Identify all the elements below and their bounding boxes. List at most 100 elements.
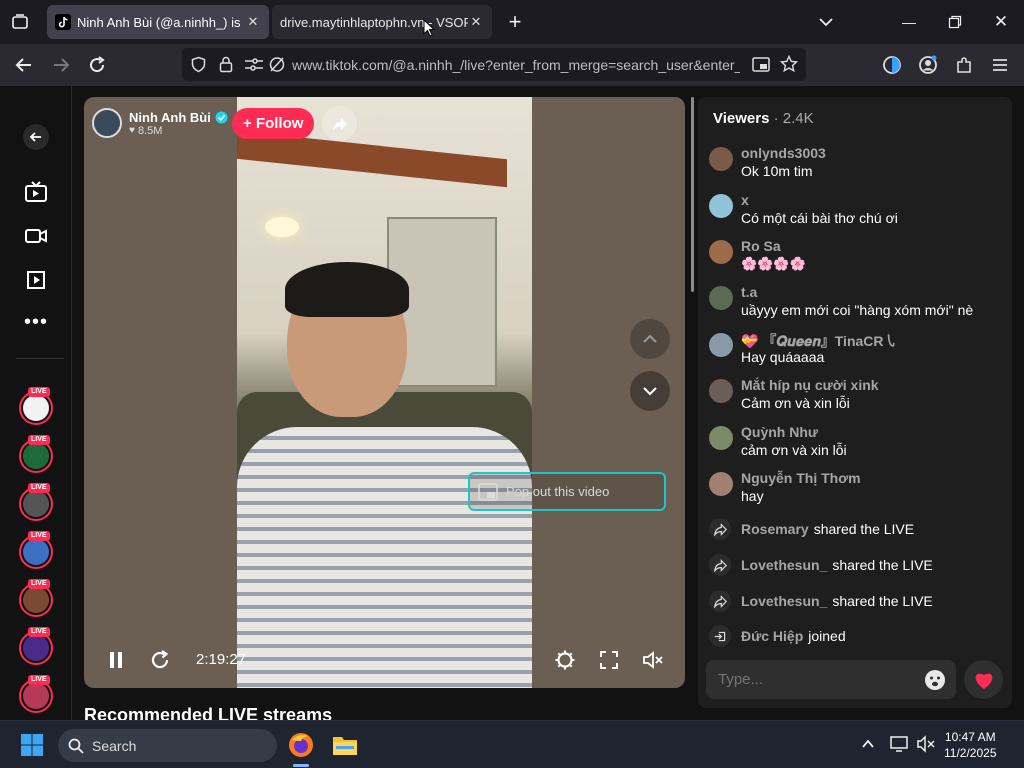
picture-in-picture-icon[interactable]: [752, 56, 770, 78]
chat-username[interactable]: x: [741, 192, 749, 208]
taskbar-search[interactable]: Search: [58, 729, 277, 762]
tab-drive[interactable]: drive.maytinhlaptophn.vn - VSOFTV ✕: [272, 5, 492, 39]
event-username[interactable]: Lovethesun_: [741, 593, 827, 609]
host-name[interactable]: Ninh Anh Bùi: [129, 110, 211, 125]
viewers-header[interactable]: Viewers · 2.4K: [713, 110, 814, 127]
chat-username[interactable]: onlynds3003: [741, 145, 826, 161]
close-window-icon[interactable]: ✕: [989, 10, 1013, 34]
network-icon[interactable]: [890, 735, 910, 758]
live-badge: LIVE: [28, 387, 50, 397]
avatar: [23, 635, 49, 661]
host-info[interactable]: Ninh Anh Bùi ♥ 8.5M: [92, 105, 232, 141]
avatar[interactable]: [709, 147, 733, 171]
live-channel-avatar[interactable]: LIVE: [19, 579, 53, 617]
mute-icon[interactable]: [641, 648, 665, 672]
chat-input[interactable]: [718, 671, 918, 688]
chat-input-box[interactable]: [706, 660, 956, 699]
ceiling-light: [265, 217, 299, 237]
settings-gear-icon[interactable]: [553, 648, 577, 672]
live-channel-avatar[interactable]: LIVE: [19, 483, 53, 521]
explore-play-icon[interactable]: [23, 267, 49, 293]
volume-muted-icon[interactable]: [916, 735, 936, 758]
taskbar-clock[interactable]: 10:47 AM 11/2/2025: [944, 729, 997, 761]
avatar[interactable]: [709, 194, 733, 218]
live-channel-avatar[interactable]: LIVE: [19, 675, 53, 713]
chat-username[interactable]: Quỳnh Như: [741, 424, 818, 440]
new-tab-icon[interactable]: +: [505, 11, 525, 33]
account-icon[interactable]: [917, 54, 939, 76]
chat-username[interactable]: t.a: [741, 284, 757, 300]
next-stream-chevron-down-icon[interactable]: [630, 371, 670, 411]
fullscreen-icon[interactable]: [597, 648, 621, 672]
send-heart-icon[interactable]: [964, 660, 1003, 699]
avatar[interactable]: [709, 333, 733, 357]
pause-icon[interactable]: [104, 648, 128, 672]
tab-overflow-chevron-down-icon[interactable]: [816, 12, 836, 32]
live-video-player[interactable]: Ninh Anh Bùi ♥ 8.5M + Follow Pop out thi…: [84, 97, 685, 688]
live-badge: LIVE: [28, 483, 50, 493]
host-avatar[interactable]: [92, 108, 122, 138]
browser-tab-bar: Ninh Anh Bùi (@a.ninhh_) is LIV ✕ drive.…: [0, 0, 1024, 44]
back-arrow-icon[interactable]: [13, 54, 35, 76]
camera-blocked-icon[interactable]: [268, 56, 286, 78]
live-channel-avatar[interactable]: LIVE: [19, 387, 53, 425]
restore-window-icon[interactable]: [943, 10, 967, 34]
emoji-icon[interactable]: [924, 669, 946, 696]
avatar: [23, 443, 49, 469]
chat-username[interactable]: Nguyễn Thị Thơm: [741, 470, 861, 486]
chat-username[interactable]: Mắt híp nụ cười xink: [741, 377, 879, 393]
refresh-icon[interactable]: [148, 648, 172, 672]
live-tv-icon[interactable]: [23, 179, 49, 205]
windows-start-icon[interactable]: [20, 733, 44, 762]
lock-icon[interactable]: [218, 55, 234, 78]
hamburger-menu-icon[interactable]: [989, 54, 1011, 76]
back-button[interactable]: [23, 124, 49, 150]
forward-arrow-icon[interactable]: [50, 54, 72, 76]
tab-tiktok-live[interactable]: Ninh Anh Bùi (@a.ninhh_) is LIV ✕: [47, 5, 269, 39]
video-camera-icon[interactable]: [23, 223, 49, 249]
firefox-icon[interactable]: [288, 732, 314, 763]
avatar[interactable]: [709, 240, 733, 264]
live-channel-avatar[interactable]: LIVE: [19, 435, 53, 473]
tab-list-icon[interactable]: [10, 12, 30, 32]
viewers-count: · 2.4K: [773, 110, 814, 127]
live-channel-avatar[interactable]: LIVE: [19, 531, 53, 569]
share-icon[interactable]: [322, 106, 357, 141]
more-ellipsis-icon[interactable]: •••: [23, 309, 49, 335]
extensions-puzzle-icon[interactable]: [953, 54, 975, 76]
close-tab-icon[interactable]: ✕: [468, 14, 484, 30]
tray-chevron-up-icon[interactable]: [860, 736, 876, 757]
live-badge: LIVE: [28, 435, 50, 445]
minimize-window-icon[interactable]: —: [897, 10, 921, 34]
clock-time: 10:47 AM: [944, 730, 996, 744]
close-tab-icon[interactable]: ✕: [245, 14, 261, 30]
nav-divider: [16, 358, 64, 359]
address-bar[interactable]: www.tiktok.com/@a.ninhh_/live?enter_from…: [182, 48, 806, 81]
tracking-shield-icon[interactable]: [190, 56, 207, 78]
follow-button[interactable]: + Follow: [232, 108, 315, 139]
event-username[interactable]: Lovethesun_: [741, 557, 827, 573]
pop-out-video-button[interactable]: Pop out this video: [468, 472, 666, 511]
browser-nav-bar: www.tiktok.com/@a.ninhh_/live?enter_from…: [0, 44, 1024, 86]
event-action: shared the LIVE: [832, 593, 933, 609]
reload-icon[interactable]: [86, 54, 108, 76]
file-explorer-icon[interactable]: [332, 733, 358, 762]
page-scrollbar[interactable]: [691, 97, 694, 292]
share-icon: [709, 518, 731, 540]
previous-stream-chevron-up-icon[interactable]: [630, 319, 670, 359]
event-username[interactable]: Đức Hiệp: [741, 628, 803, 644]
left-nav-rail: ••• LIVE LIVE LIVE LIVE LIVE LIVE LIVE: [0, 86, 72, 720]
avatar[interactable]: [709, 379, 733, 403]
vpn-icon[interactable]: [881, 54, 903, 76]
avatar[interactable]: [709, 472, 733, 496]
chat-username[interactable]: Ro Sa: [741, 238, 781, 254]
live-badge: LIVE: [28, 627, 50, 637]
avatar[interactable]: [709, 426, 733, 450]
bookmark-star-icon[interactable]: [779, 54, 799, 78]
chat-username[interactable]: 💝 『𝑸𝒖𝒆𝒆𝒏』TinaCR㇂: [741, 331, 898, 351]
live-channel-avatar[interactable]: LIVE: [19, 627, 53, 665]
permissions-icon[interactable]: [244, 56, 264, 78]
avatar[interactable]: [709, 286, 733, 310]
verified-badge-icon: [215, 111, 228, 124]
event-username[interactable]: Rosemary: [741, 521, 809, 537]
